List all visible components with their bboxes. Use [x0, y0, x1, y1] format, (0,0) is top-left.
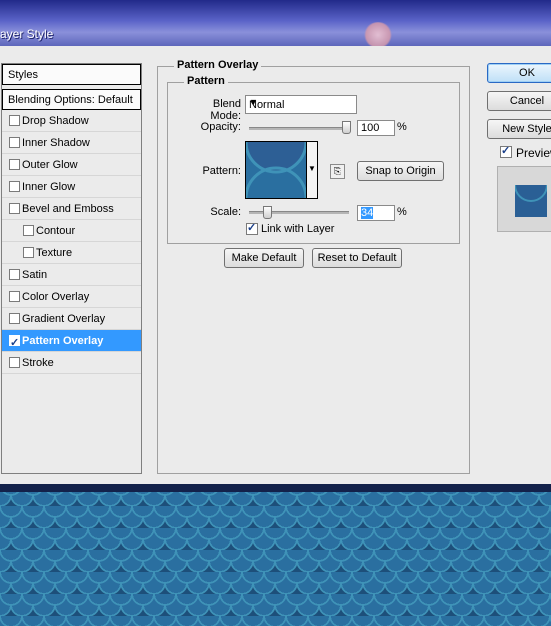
blend-mode-label: Blend Mode: — [210, 98, 241, 122]
window-title: ayer Style — [0, 27, 54, 41]
style-item-checkbox[interactable] — [9, 203, 20, 214]
style-item-label: Stroke — [22, 357, 54, 369]
style-item-label: Texture — [36, 247, 73, 259]
style-item[interactable]: ✓ Pattern Overlay — [2, 330, 141, 352]
styles-list-header[interactable]: Styles — [2, 64, 141, 85]
style-item-checkbox[interactable] — [9, 269, 20, 280]
style-item[interactable]: Outer Glow — [2, 154, 141, 176]
style-item-label: Inner Shadow — [22, 137, 90, 149]
style-preview-box — [497, 166, 551, 232]
window-titlebar[interactable]: ayer Style — [0, 0, 551, 48]
style-item-checkbox[interactable] — [9, 291, 20, 302]
style-item-label: Satin — [22, 269, 48, 281]
style-item[interactable]: Drop Shadow — [2, 110, 141, 132]
style-item[interactable]: Stroke — [2, 352, 141, 374]
style-item-label: Pattern Overlay — [22, 335, 104, 347]
snap-to-origin-button[interactable]: Snap to Origin — [357, 161, 444, 181]
preview-label: Preview — [516, 146, 551, 160]
ok-button[interactable]: OK — [487, 63, 551, 83]
checkmark-icon: ✓ — [247, 222, 257, 234]
style-item-checkbox[interactable] — [9, 159, 20, 170]
style-item[interactable]: Bevel and Emboss — [2, 198, 141, 220]
pattern-overlay-title: Pattern Overlay — [174, 59, 262, 71]
style-item-checkbox[interactable] — [23, 247, 34, 258]
new-preset-icon[interactable]: ⎘ — [330, 164, 345, 179]
style-item-label: Drop Shadow — [22, 115, 89, 127]
opacity-unit: % — [397, 121, 407, 133]
style-item-checkbox[interactable] — [9, 137, 20, 148]
link-with-layer-checkbox[interactable]: ✓ — [246, 222, 258, 235]
style-item[interactable]: Texture — [2, 242, 141, 264]
scale-unit: % — [397, 206, 407, 218]
layer-style-dialog: Styles Blending Options: Default Drop Sh… — [0, 46, 551, 486]
checkmark-icon: ✓ — [10, 337, 20, 349]
opacity-label: Opacity: — [200, 121, 241, 133]
style-item-checkbox[interactable]: ✓ — [9, 335, 20, 349]
link-with-layer-label[interactable]: Link with Layer — [261, 223, 334, 235]
preview-checkbox[interactable]: ✓ — [500, 145, 512, 158]
style-item-label: Gradient Overlay — [22, 313, 106, 325]
scale-slider-thumb[interactable] — [262, 206, 272, 219]
style-item-checkbox[interactable] — [9, 313, 20, 324]
style-item[interactable]: Inner Glow — [2, 176, 141, 198]
chevron-down-icon: ▼ — [308, 164, 316, 173]
style-item-label: Contour — [36, 225, 76, 237]
window-bottom-edge — [0, 484, 551, 492]
styles-list-panel: Styles Blending Options: Default Drop Sh… — [1, 63, 142, 474]
style-item-label: Inner Glow — [22, 181, 76, 193]
reset-to-default-button[interactable]: Reset to Default — [312, 248, 402, 268]
cancel-button[interactable]: Cancel — [487, 91, 551, 111]
style-item[interactable]: Gradient Overlay — [2, 308, 141, 330]
style-preview-swatch — [514, 184, 548, 217]
opacity-input[interactable]: 100 — [357, 120, 395, 136]
new-style-button[interactable]: New Style — [487, 119, 551, 139]
style-item[interactable]: Contour — [2, 220, 141, 242]
opacity-slider-thumb[interactable] — [342, 121, 351, 134]
scale-input[interactable]: 34 — [357, 205, 395, 221]
blend-mode-select[interactable]: Normal ▼ — [245, 95, 357, 114]
blending-options-item[interactable]: Blending Options: Default — [2, 89, 141, 110]
style-item[interactable]: Satin — [2, 264, 141, 286]
opacity-slider-track[interactable] — [249, 127, 349, 130]
chevron-down-icon: ▼ — [249, 97, 258, 107]
style-item-label: Outer Glow — [22, 159, 78, 171]
style-item-checkbox[interactable] — [9, 181, 20, 192]
style-item[interactable]: Color Overlay — [2, 286, 141, 308]
style-item-checkbox[interactable] — [9, 115, 20, 126]
canvas-pattern-background — [0, 492, 551, 626]
style-item-checkbox[interactable] — [9, 357, 20, 368]
titlebar-decoration — [363, 22, 393, 48]
pattern-picker-dropdown[interactable]: ▼ — [307, 141, 318, 199]
scale-value: 34 — [361, 207, 374, 219]
style-item[interactable]: Inner Shadow — [2, 132, 141, 154]
style-item-checkbox[interactable] — [23, 225, 34, 236]
checkmark-icon: ✓ — [501, 145, 511, 157]
style-item-label: Color Overlay — [22, 291, 90, 303]
scale-label: Scale: — [210, 206, 241, 218]
make-default-button[interactable]: Make Default — [224, 248, 304, 268]
pattern-label: Pattern: — [202, 165, 241, 177]
style-item-label: Bevel and Emboss — [22, 203, 114, 215]
pattern-subgroup-title: Pattern — [184, 75, 228, 87]
pattern-swatch[interactable] — [244, 141, 308, 199]
